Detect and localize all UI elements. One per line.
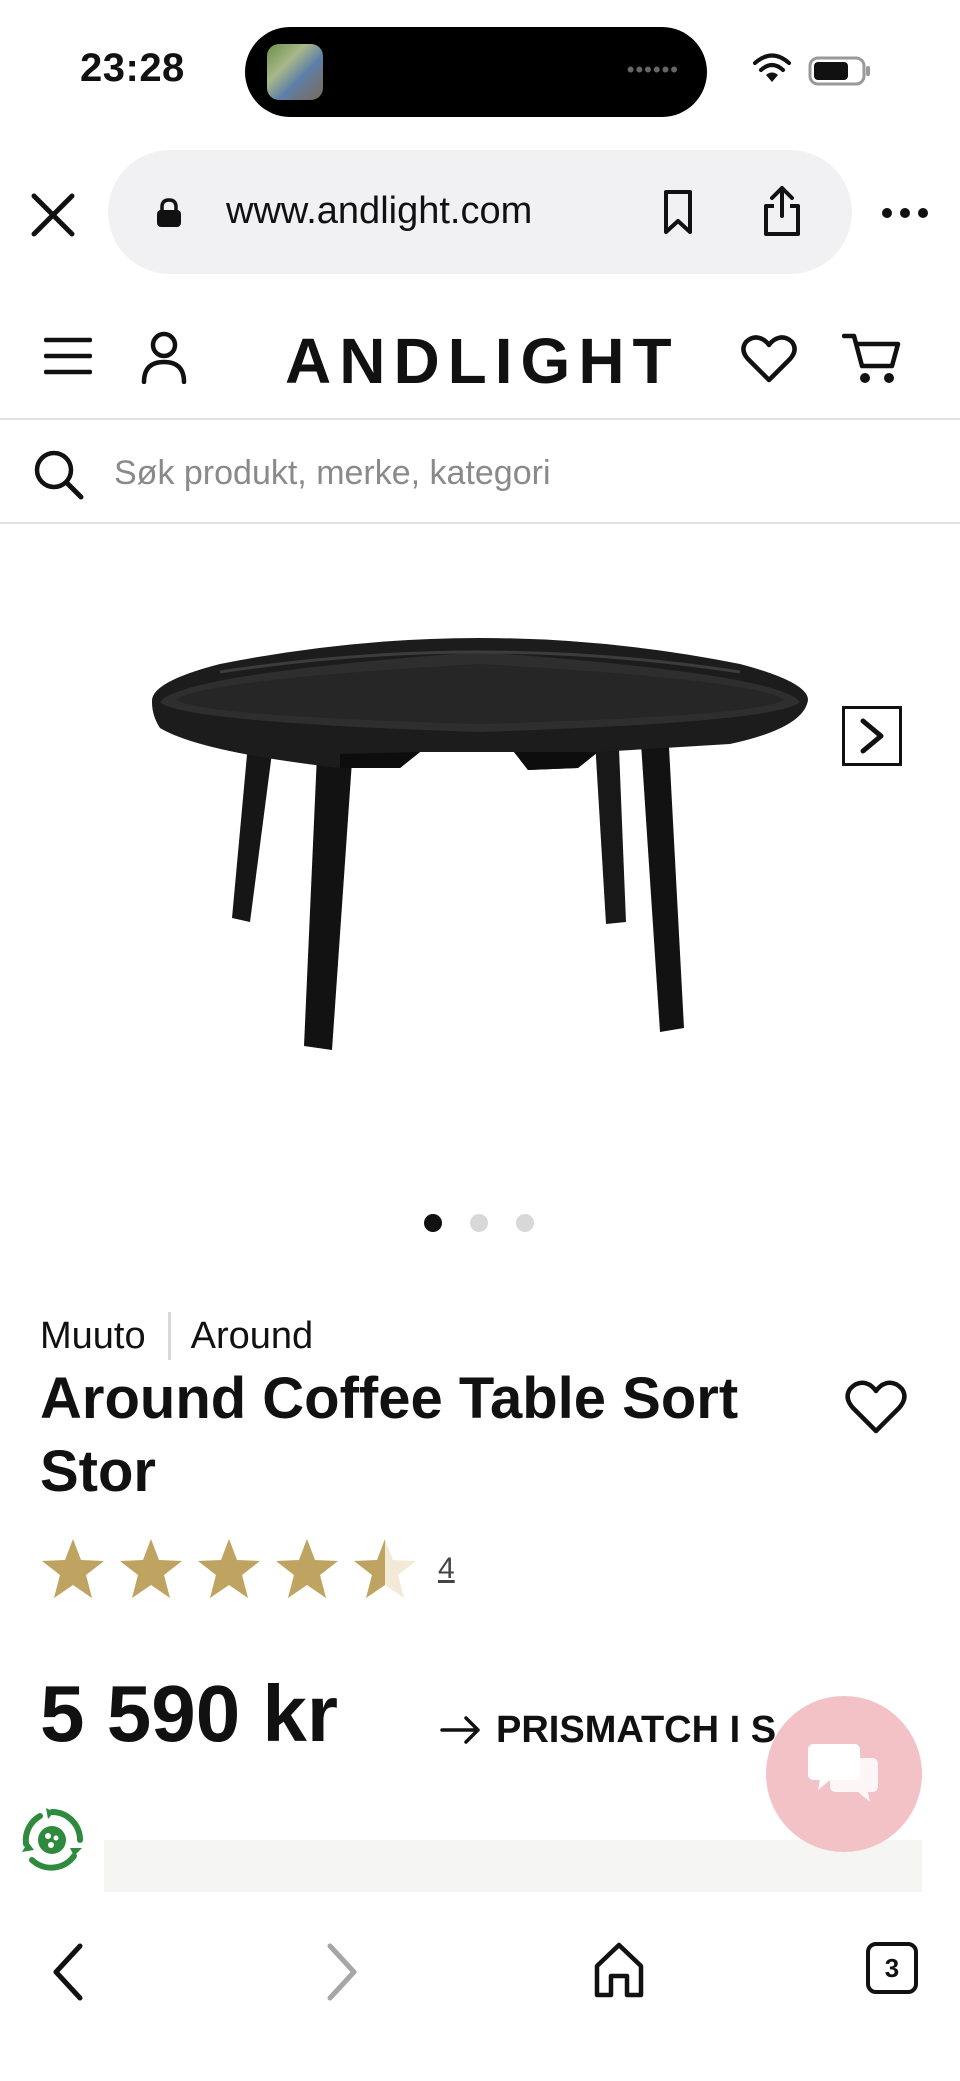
carousel-dot[interactable] bbox=[470, 1214, 488, 1232]
heart-icon[interactable] bbox=[740, 334, 798, 384]
review-count-link[interactable]: 4 bbox=[438, 1552, 455, 1586]
more-options-icon[interactable] bbox=[880, 200, 930, 226]
dynamic-island: •••••• bbox=[245, 27, 707, 117]
search-bar bbox=[0, 422, 960, 524]
series-link[interactable]: Around bbox=[191, 1315, 314, 1358]
browser-bottom-toolbar: 3 bbox=[0, 1892, 960, 2081]
carousel-dot[interactable] bbox=[424, 1214, 442, 1232]
search-input[interactable] bbox=[114, 446, 914, 500]
share-icon[interactable] bbox=[760, 184, 804, 238]
close-icon[interactable] bbox=[26, 188, 80, 242]
chat-button[interactable] bbox=[766, 1696, 922, 1852]
home-icon[interactable] bbox=[592, 1940, 646, 2000]
carousel-next-button[interactable] bbox=[842, 706, 902, 766]
star-icon bbox=[354, 1539, 416, 1598]
hamburger-menu-icon[interactable] bbox=[44, 334, 92, 378]
status-bar: 23:28 •••••• bbox=[0, 0, 960, 140]
url-text[interactable]: www.andlight.com bbox=[226, 190, 532, 233]
product-title: Around Coffee Table Sort Stor bbox=[40, 1366, 739, 1504]
site-header: ANDLIGHT bbox=[0, 300, 960, 420]
product-image bbox=[151, 638, 808, 1050]
chat-bubbles-icon bbox=[808, 1744, 878, 1802]
forward-icon[interactable] bbox=[320, 1940, 364, 2004]
battery-icon bbox=[808, 56, 870, 86]
product-image-carousel[interactable] bbox=[0, 526, 960, 1232]
promo-banner bbox=[104, 1840, 922, 1892]
brand-row: Muuto Around bbox=[40, 1312, 313, 1360]
rating-stars bbox=[40, 1536, 418, 1602]
wifi-icon bbox=[753, 53, 791, 82]
account-icon[interactable] bbox=[140, 330, 188, 384]
site-logo[interactable]: ANDLIGHT bbox=[285, 324, 680, 398]
star-icon bbox=[42, 1539, 104, 1598]
star-icon bbox=[120, 1539, 182, 1598]
eco-recycle-icon[interactable] bbox=[18, 1806, 86, 1874]
arrow-right-icon bbox=[440, 1716, 480, 1744]
tabs-button[interactable]: 3 bbox=[866, 1942, 918, 1994]
star-icon bbox=[198, 1539, 260, 1598]
add-to-wishlist-heart-icon[interactable] bbox=[844, 1378, 908, 1436]
cart-icon[interactable] bbox=[842, 330, 902, 386]
chevron-right-icon bbox=[860, 718, 884, 754]
star-icon bbox=[276, 1539, 338, 1598]
product-rating: 4 bbox=[40, 1534, 455, 1604]
search-icon[interactable] bbox=[32, 448, 84, 500]
carousel-dot[interactable] bbox=[516, 1214, 534, 1232]
divider bbox=[167, 1312, 171, 1360]
island-app-thumbnail bbox=[267, 44, 323, 100]
brand-link[interactable]: Muuto bbox=[40, 1315, 146, 1358]
island-indicator: •••••• bbox=[626, 57, 679, 82]
status-time: 23:28 bbox=[80, 46, 185, 90]
carousel-pagination bbox=[424, 1214, 534, 1234]
product-price: 5 590 kr bbox=[40, 1669, 339, 1758]
lock-icon bbox=[157, 198, 181, 227]
url-bar[interactable]: www.andlight.com bbox=[108, 150, 852, 274]
back-icon[interactable] bbox=[46, 1940, 90, 2004]
price-match-label: PRISMATCH I S bbox=[496, 1708, 777, 1751]
bookmark-icon[interactable] bbox=[658, 188, 698, 236]
price-match-link[interactable]: PRISMATCH I S bbox=[440, 1700, 776, 1760]
